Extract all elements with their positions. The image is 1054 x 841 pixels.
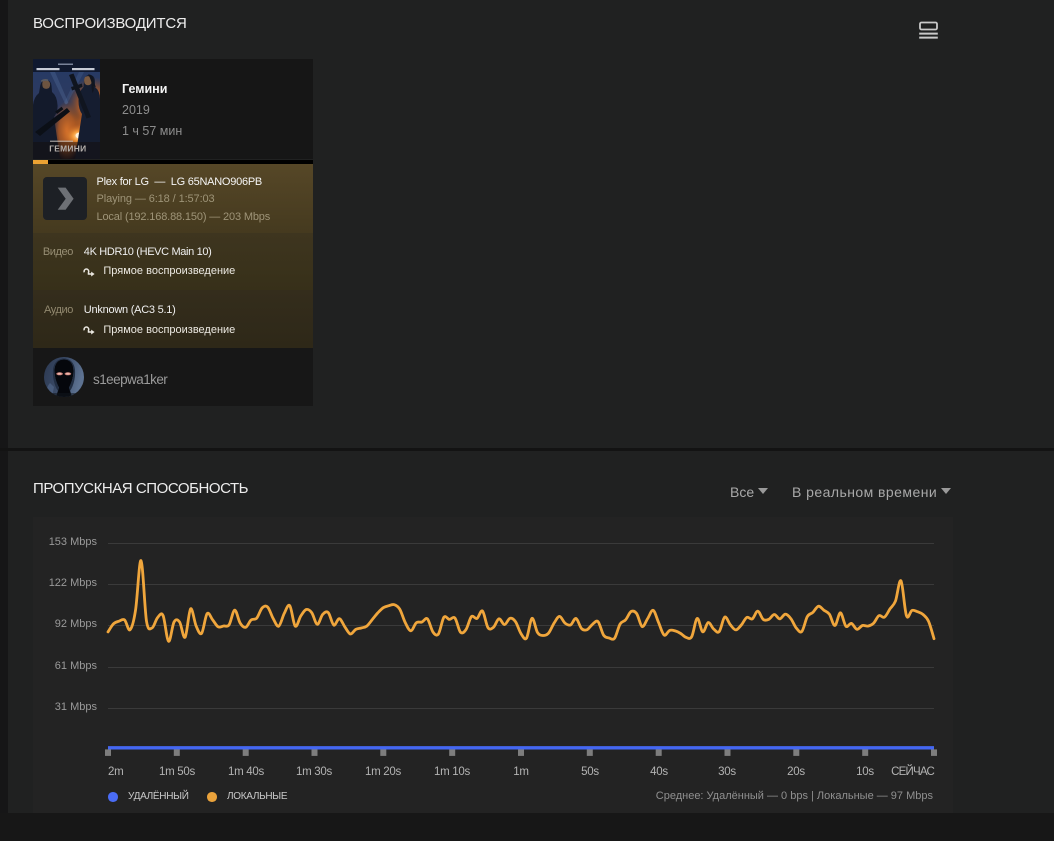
svg-text:ГЕМИНИ: ГЕМИНИ <box>49 143 86 153</box>
